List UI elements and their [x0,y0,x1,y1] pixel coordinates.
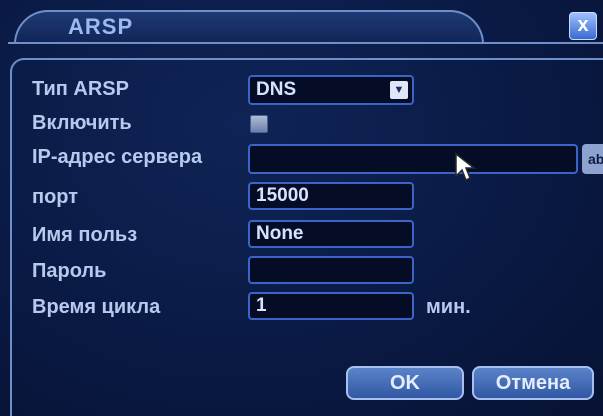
arsp-type-select[interactable]: DNS ▼ [248,75,414,105]
server-ip-input[interactable] [248,144,578,174]
username-input[interactable]: None [248,220,414,248]
password-input[interactable] [248,256,414,284]
cycle-time-label: Время цикла [32,296,161,318]
enable-checkbox[interactable] [250,115,268,133]
dialog-title: ARSP [68,14,134,39]
password-label: Пароль [32,260,107,282]
cancel-button[interactable]: Отмена [472,366,594,400]
cycle-time-unit: мин. [426,296,471,318]
chevron-down-icon[interactable]: ▼ [390,81,408,99]
enable-label: Включить [32,112,132,134]
input-mode-button[interactable]: ab [582,144,603,174]
port-label: порт [32,186,79,208]
cycle-time-input[interactable]: 1 [248,292,414,320]
title-divider [8,42,603,44]
ok-button[interactable]: OK [346,366,464,400]
username-label: Имя польз [32,224,138,246]
server-ip-label: IP-адрес сервера [32,146,203,168]
close-button[interactable]: x [569,12,597,40]
arsp-type-value: DNS [256,79,297,100]
arsp-type-label: Тип ARSP [32,78,129,100]
arsp-dialog: ARSP x Тип ARSP DNS ▼ Включить IP-адрес … [0,0,603,416]
mouse-cursor-icon [455,152,477,182]
port-input[interactable]: 15000 [248,182,414,210]
